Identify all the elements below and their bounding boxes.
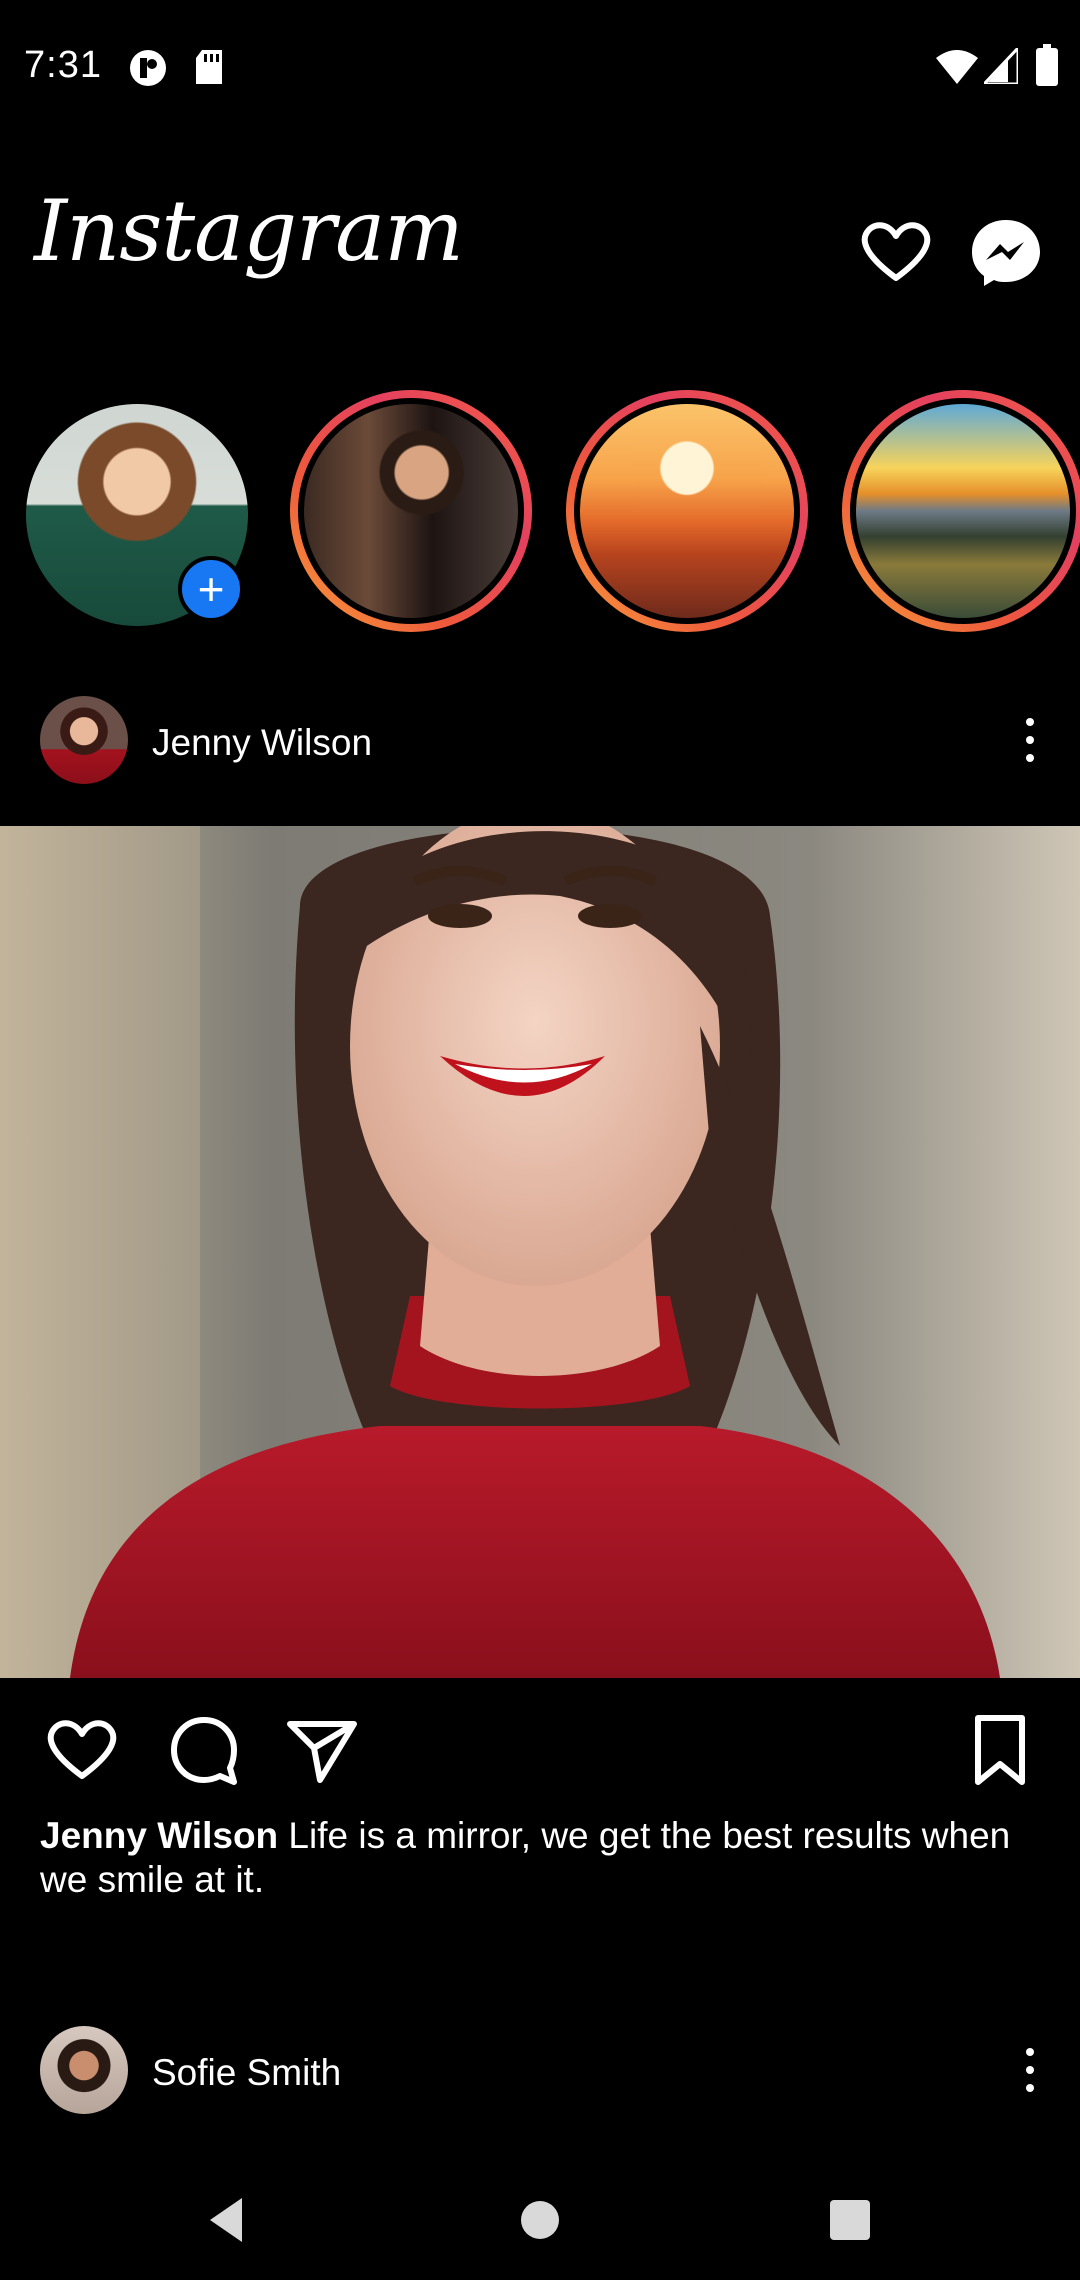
messenger-icon[interactable] [966, 212, 1046, 292]
add-story-button[interactable]: + [178, 556, 244, 622]
post-photo[interactable] [0, 826, 1080, 1678]
post-username[interactable]: Sofie Smith [152, 2052, 341, 2094]
instagram-logo: Instagram [34, 182, 464, 280]
wifi-icon [936, 50, 978, 84]
notification-icon [130, 50, 166, 86]
more-options-icon[interactable] [1010, 2040, 1050, 2100]
recents-icon[interactable] [820, 2190, 880, 2250]
more-options-icon[interactable] [1010, 710, 1050, 770]
avatar[interactable] [40, 2026, 128, 2114]
heart-icon[interactable] [856, 212, 936, 292]
back-icon[interactable] [196, 2190, 256, 2250]
post-caption: Jenny Wilson Life is a mirror, we get th… [40, 1814, 1040, 1902]
story-man-image [304, 404, 518, 618]
send-icon[interactable] [282, 1710, 362, 1790]
caption-username[interactable]: Jenny Wilson [40, 1815, 278, 1856]
post-photo-illustration [0, 826, 1080, 1678]
home-icon[interactable] [510, 2190, 570, 2250]
comment-icon[interactable] [164, 1710, 244, 1790]
story-lake-image [856, 404, 1070, 618]
status-time: 7:31 [24, 44, 102, 86]
story-lake[interactable] [842, 390, 1080, 632]
story-man[interactable] [290, 390, 532, 632]
story-sunset-image [580, 404, 794, 618]
post-actions [0, 1700, 1080, 1800]
system-nav-bar [0, 2160, 1080, 2280]
bookmark-icon[interactable] [960, 1710, 1040, 1790]
post-header: Jenny Wilson [0, 676, 1080, 806]
stories-row: + [0, 390, 1080, 640]
signal-icon [984, 48, 1018, 84]
status-bar: 7:31 [0, 0, 1080, 132]
sd-card-icon [196, 50, 222, 84]
story-sunset[interactable] [566, 390, 808, 632]
like-heart-icon[interactable] [42, 1710, 122, 1790]
story-your-story[interactable]: + [26, 404, 248, 626]
avatar[interactable] [40, 696, 128, 784]
app-header: Instagram [0, 132, 1080, 382]
post-header: Sofie Smith [0, 2006, 1080, 2136]
post-username[interactable]: Jenny Wilson [152, 722, 372, 764]
battery-icon [1036, 44, 1058, 86]
